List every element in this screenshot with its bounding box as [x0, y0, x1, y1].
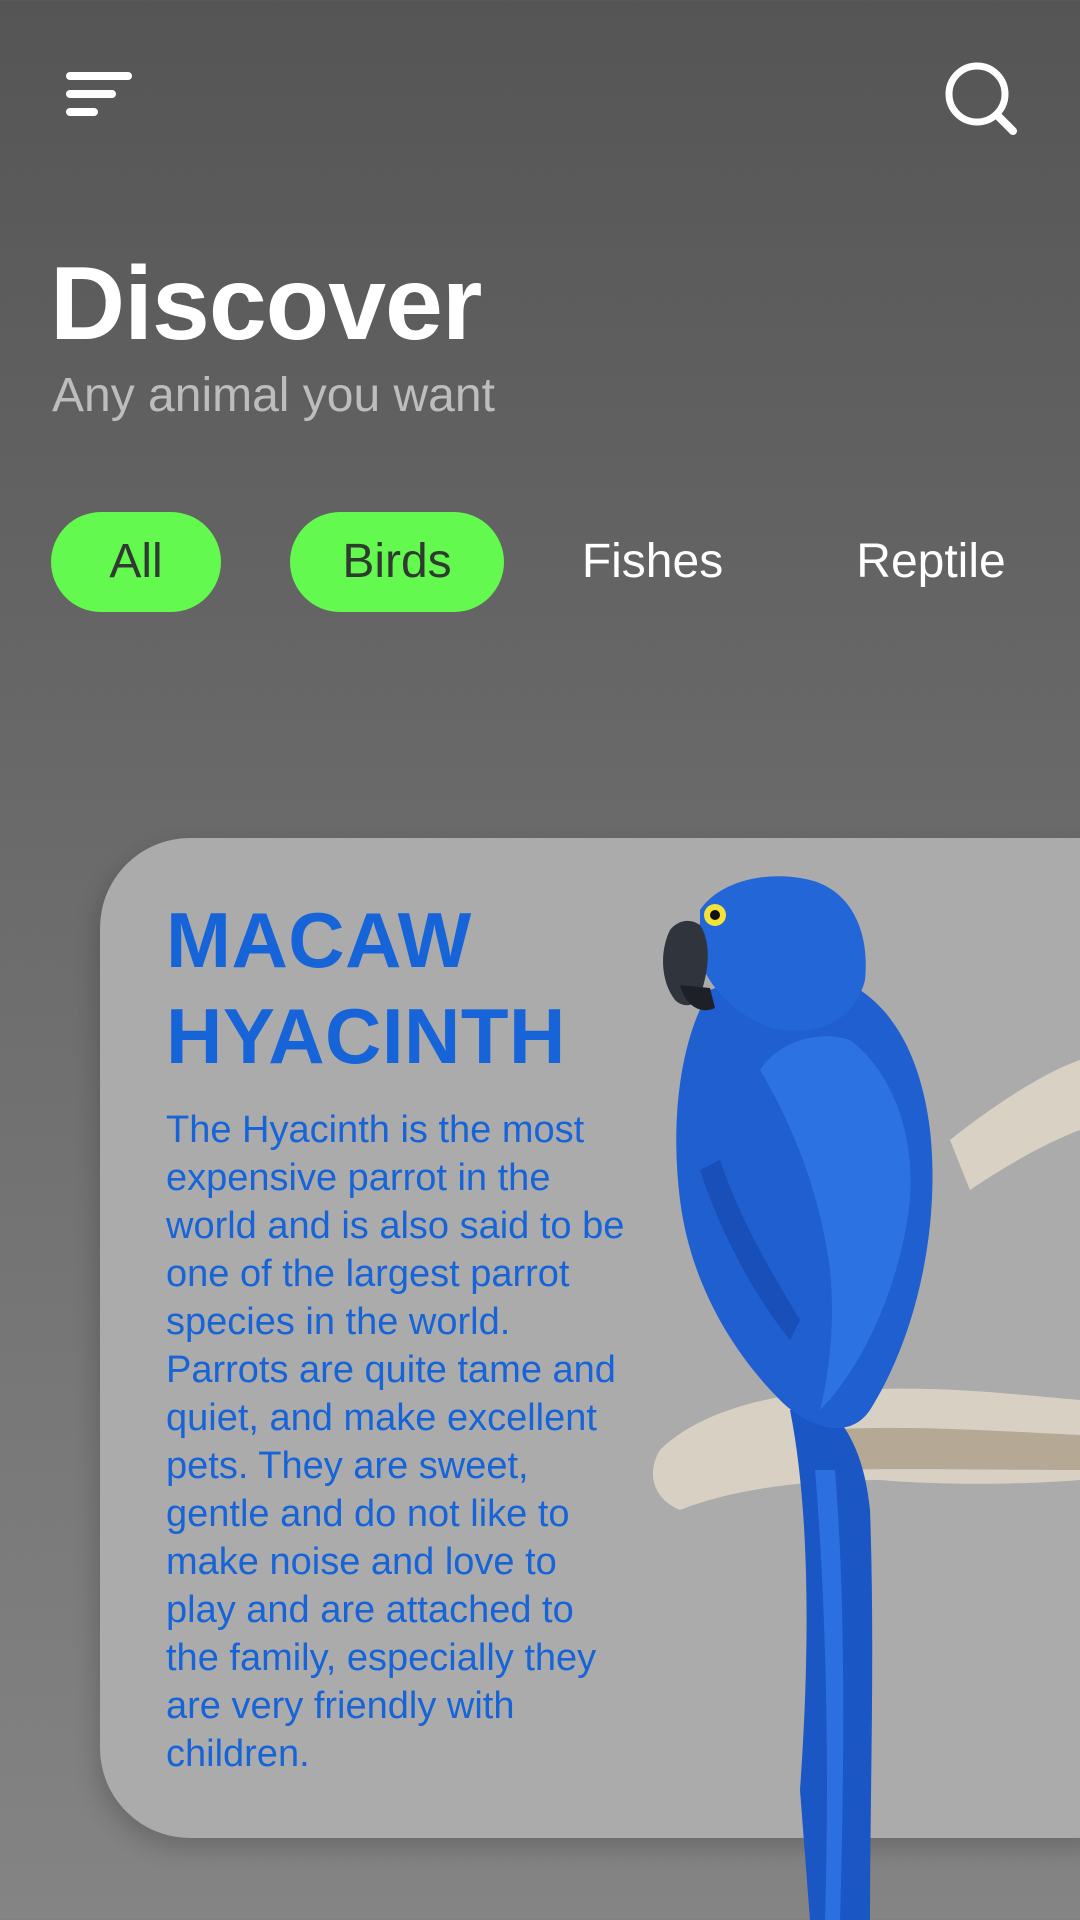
tab-all[interactable]: All	[51, 512, 221, 612]
tab-fishes[interactable]: Fishes	[560, 512, 745, 612]
menu-bar	[66, 108, 98, 116]
search-glyph	[945, 62, 1017, 135]
tab-reptile[interactable]: Reptile	[840, 512, 1022, 612]
blue-macaw-parrot-image	[652, 876, 1080, 1920]
card-description: The Hyacinth is the most expensive parro…	[166, 1109, 625, 1775]
menu-bar	[66, 72, 132, 80]
menu-icon[interactable]	[66, 70, 134, 124]
category-tabs: All Birds Fishes Reptile	[0, 512, 1080, 612]
page-title: Discover	[50, 246, 482, 362]
page-subtitle: Any animal you want	[52, 369, 495, 422]
menu-bar	[66, 90, 116, 98]
search-icon[interactable]	[940, 58, 1020, 138]
card-title: MACAW HYACINTH	[166, 896, 566, 1080]
tab-birds[interactable]: Birds	[290, 512, 504, 612]
